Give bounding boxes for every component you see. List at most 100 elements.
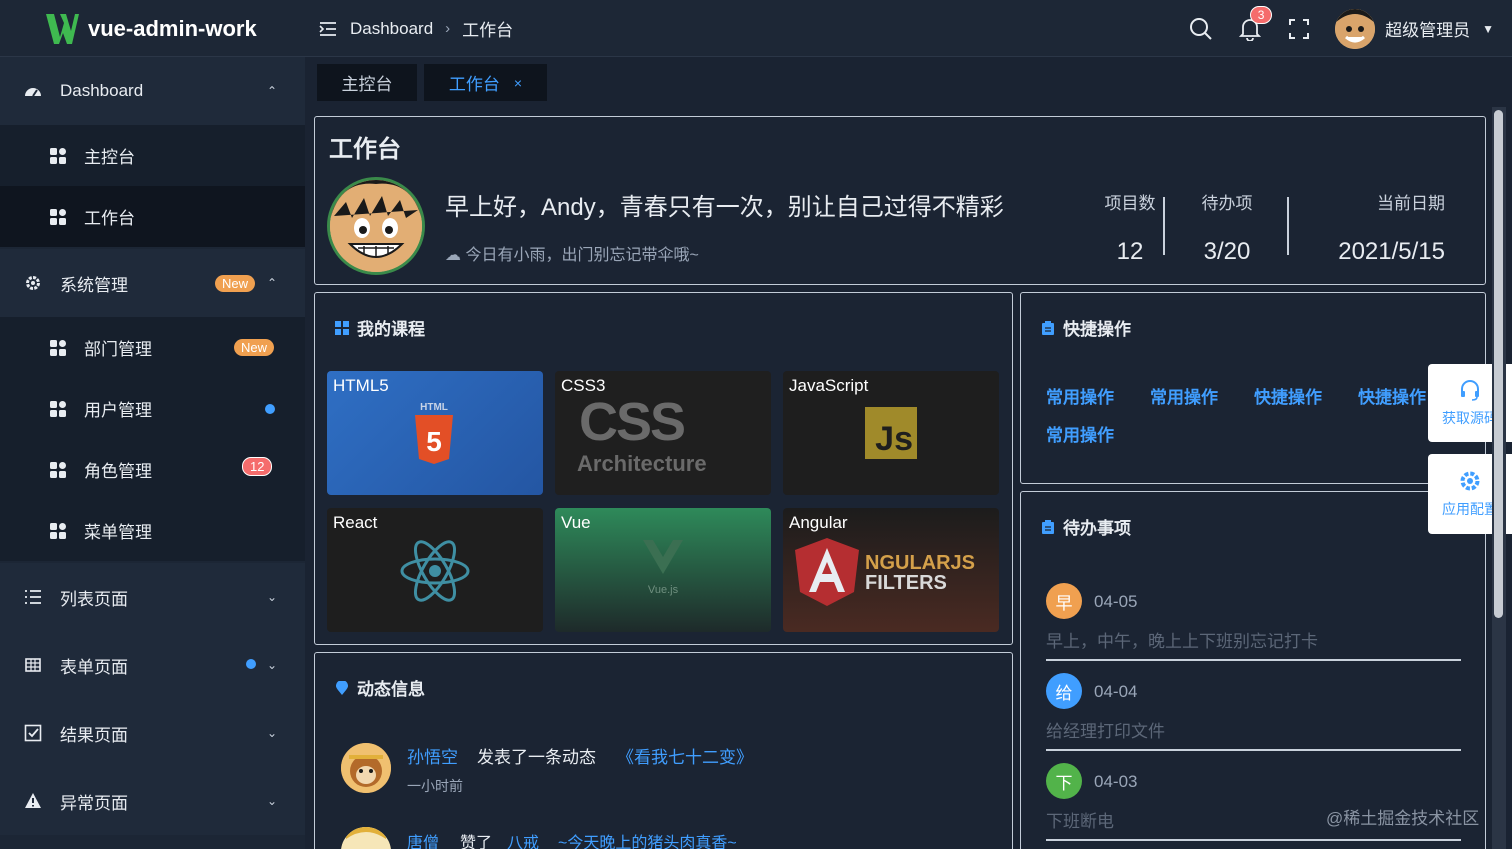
sidebar-item-label: 主控台 xyxy=(84,148,135,167)
activity-target-link[interactable]: 八戒 xyxy=(507,829,539,849)
quick-action-link[interactable]: 快捷操作 xyxy=(1358,383,1426,408)
clipboard-icon xyxy=(1042,519,1054,534)
sidebar-group-list[interactable]: 列表页面 ⌄ xyxy=(0,563,305,631)
quick-actions-panel: 快捷操作 常用操作 常用操作 快捷操作 快捷操作 常用操作 xyxy=(1020,292,1486,484)
sidebar-group-label: 列表页面 xyxy=(60,589,128,609)
panel-title: 待办事项 xyxy=(1063,519,1131,538)
avatar xyxy=(341,743,391,793)
tab-workbench[interactable]: 工作台 × xyxy=(424,64,547,101)
todo-date: 04-03 xyxy=(1094,772,1138,791)
search-icon xyxy=(1189,17,1212,40)
quick-action-link[interactable]: 常用操作 xyxy=(1046,383,1114,408)
sidebar-item-label: 部门管理 xyxy=(84,340,152,359)
sidebar: Dashboard ⌃ 主控台 工作台 系统管理 New ⌃ 部门管理 New … xyxy=(0,57,305,849)
sidebar-item-menus[interactable]: 菜单管理 xyxy=(0,500,305,561)
apps-icon xyxy=(50,400,66,417)
scrollbar-thumb[interactable] xyxy=(1494,110,1503,618)
html5-logo-icon: HTML 5 xyxy=(415,402,453,464)
todo-text: 早上，中午，晚上上下班别忘记打卡 xyxy=(1046,632,1318,651)
breadcrumb-item: 工作台 xyxy=(462,21,514,40)
activity-action: 赞了 xyxy=(460,835,493,849)
sidebar-item-label: 用户管理 xyxy=(84,401,152,420)
tab-label: 主控台 xyxy=(341,75,393,94)
dot-badge xyxy=(265,404,275,414)
chevron-down-icon: ⌄ xyxy=(266,726,277,740)
header-actions: 3 超级管理员 ▼ xyxy=(1176,0,1512,57)
sidebar-item-users[interactable]: 用户管理 xyxy=(0,378,305,439)
course-card-angular[interactable]: NGULARJS FILTERS Angular xyxy=(783,508,999,632)
quick-action-link[interactable]: 常用操作 xyxy=(1150,383,1218,408)
sidebar-item-main-console[interactable]: 主控台 xyxy=(0,125,305,186)
menu-fold-icon[interactable] xyxy=(318,20,338,38)
course-card-css3[interactable]: CSS Architecture CSS3 xyxy=(555,371,771,495)
angular-logo-icon xyxy=(795,538,859,606)
new-badge: New xyxy=(234,339,275,356)
divider xyxy=(1046,659,1461,661)
sidebar-group-form[interactable]: 表单页面 ⌄ xyxy=(0,631,305,699)
divider xyxy=(1287,197,1289,255)
course-name: Angular xyxy=(789,513,848,532)
quick-action-link[interactable]: 快捷操作 xyxy=(1254,383,1322,408)
check-square-icon xyxy=(24,724,42,742)
quick-action-link[interactable]: 常用操作 xyxy=(1046,421,1114,446)
page-title: 工作台 xyxy=(329,136,401,163)
panel-header: 待办事项 xyxy=(1041,514,1131,539)
sidebar-item-roles[interactable]: 角色管理 12 xyxy=(0,439,305,500)
sidebar-group-label: 异常页面 xyxy=(60,793,128,813)
sidebar-group-result[interactable]: 结果页面 ⌄ xyxy=(0,699,305,767)
panel-header: 快捷操作 xyxy=(1041,315,1131,340)
sidebar-group-dashboard[interactable]: Dashboard ⌃ xyxy=(0,57,305,125)
divider xyxy=(1046,839,1461,841)
activity-user-link[interactable]: 唐僧 xyxy=(407,829,439,849)
clipboard-icon xyxy=(1042,320,1054,335)
notification-count-badge: 3 xyxy=(1250,6,1273,24)
tab-main-console[interactable]: 主控台 xyxy=(317,64,417,101)
close-icon[interactable]: × xyxy=(514,75,522,91)
app-logo[interactable]: vue-admin-work xyxy=(44,10,304,48)
todo-date: 04-05 xyxy=(1094,592,1138,611)
workbench-panel: 工作台 早上好，Andy，青春只有一次，别让自己过得不精彩 ☁ 今日有小雨，出门… xyxy=(314,116,1486,285)
stat-value: 3/20 xyxy=(1203,238,1251,265)
sidebar-item-department[interactable]: 部门管理 New xyxy=(0,317,305,378)
notification-button[interactable]: 3 xyxy=(1225,0,1274,57)
activity-target-link[interactable]: 《看我七十二变》 xyxy=(617,743,753,768)
activity-time: 一小时前 xyxy=(407,778,463,794)
sidebar-group-exception[interactable]: 异常页面 ⌄ xyxy=(0,767,305,835)
chevron-up-icon: ⌃ xyxy=(266,84,277,98)
list-icon xyxy=(25,590,41,604)
activity-extra-link[interactable]: ~今天晚上的猪头肉真香~ xyxy=(558,829,737,849)
todo-badge: 早 xyxy=(1046,583,1082,619)
apps-icon xyxy=(50,147,66,164)
watermark: @稀土掘金技术社区 xyxy=(1326,809,1480,828)
stat-todos: 待办项 3/20 xyxy=(1167,189,1287,266)
sidebar-group-system[interactable]: 系统管理 New ⌃ xyxy=(0,249,305,317)
chevron-up-icon: ⌃ xyxy=(266,276,277,290)
react-logo-icon xyxy=(400,540,470,602)
user-menu[interactable]: 超级管理员 ▼ xyxy=(1323,8,1512,49)
course-card-vue[interactable]: Vue.js Vue xyxy=(555,508,771,632)
weather-text: ☁ 今日有小雨，出门别忘记带伞哦~ xyxy=(445,241,699,265)
sidebar-item-label: 角色管理 xyxy=(84,462,152,481)
vue-logo-icon xyxy=(643,540,683,574)
sidebar-item-workbench[interactable]: 工作台 xyxy=(0,186,305,247)
chevron-down-icon: ⌄ xyxy=(266,658,277,672)
course-art-text: CSS xyxy=(579,392,686,452)
breadcrumb: Dashboard › 工作台 xyxy=(318,16,513,41)
fullscreen-icon xyxy=(1288,18,1309,39)
course-card-react[interactable]: React xyxy=(327,508,543,632)
activity-user-link[interactable]: 孙悟空 xyxy=(407,743,458,768)
stat-label: 当前日期 xyxy=(1377,194,1445,213)
course-art-text: Vue.js xyxy=(647,584,679,596)
sidebar-item-label: 菜单管理 xyxy=(84,523,152,542)
course-card-html5[interactable]: HTML 5 HTML5 xyxy=(327,371,543,495)
fullscreen-button[interactable] xyxy=(1274,0,1323,57)
search-button[interactable] xyxy=(1176,0,1225,57)
course-card-javascript[interactable]: Js JavaScript xyxy=(783,371,999,495)
gear-icon xyxy=(1460,471,1480,491)
course-name: CSS3 xyxy=(561,376,606,395)
divider xyxy=(1163,197,1165,255)
sidebar-item-label: 工作台 xyxy=(84,209,135,228)
new-badge: New xyxy=(215,275,256,292)
breadcrumb-item[interactable]: Dashboard xyxy=(350,19,433,39)
table-icon xyxy=(25,658,41,672)
